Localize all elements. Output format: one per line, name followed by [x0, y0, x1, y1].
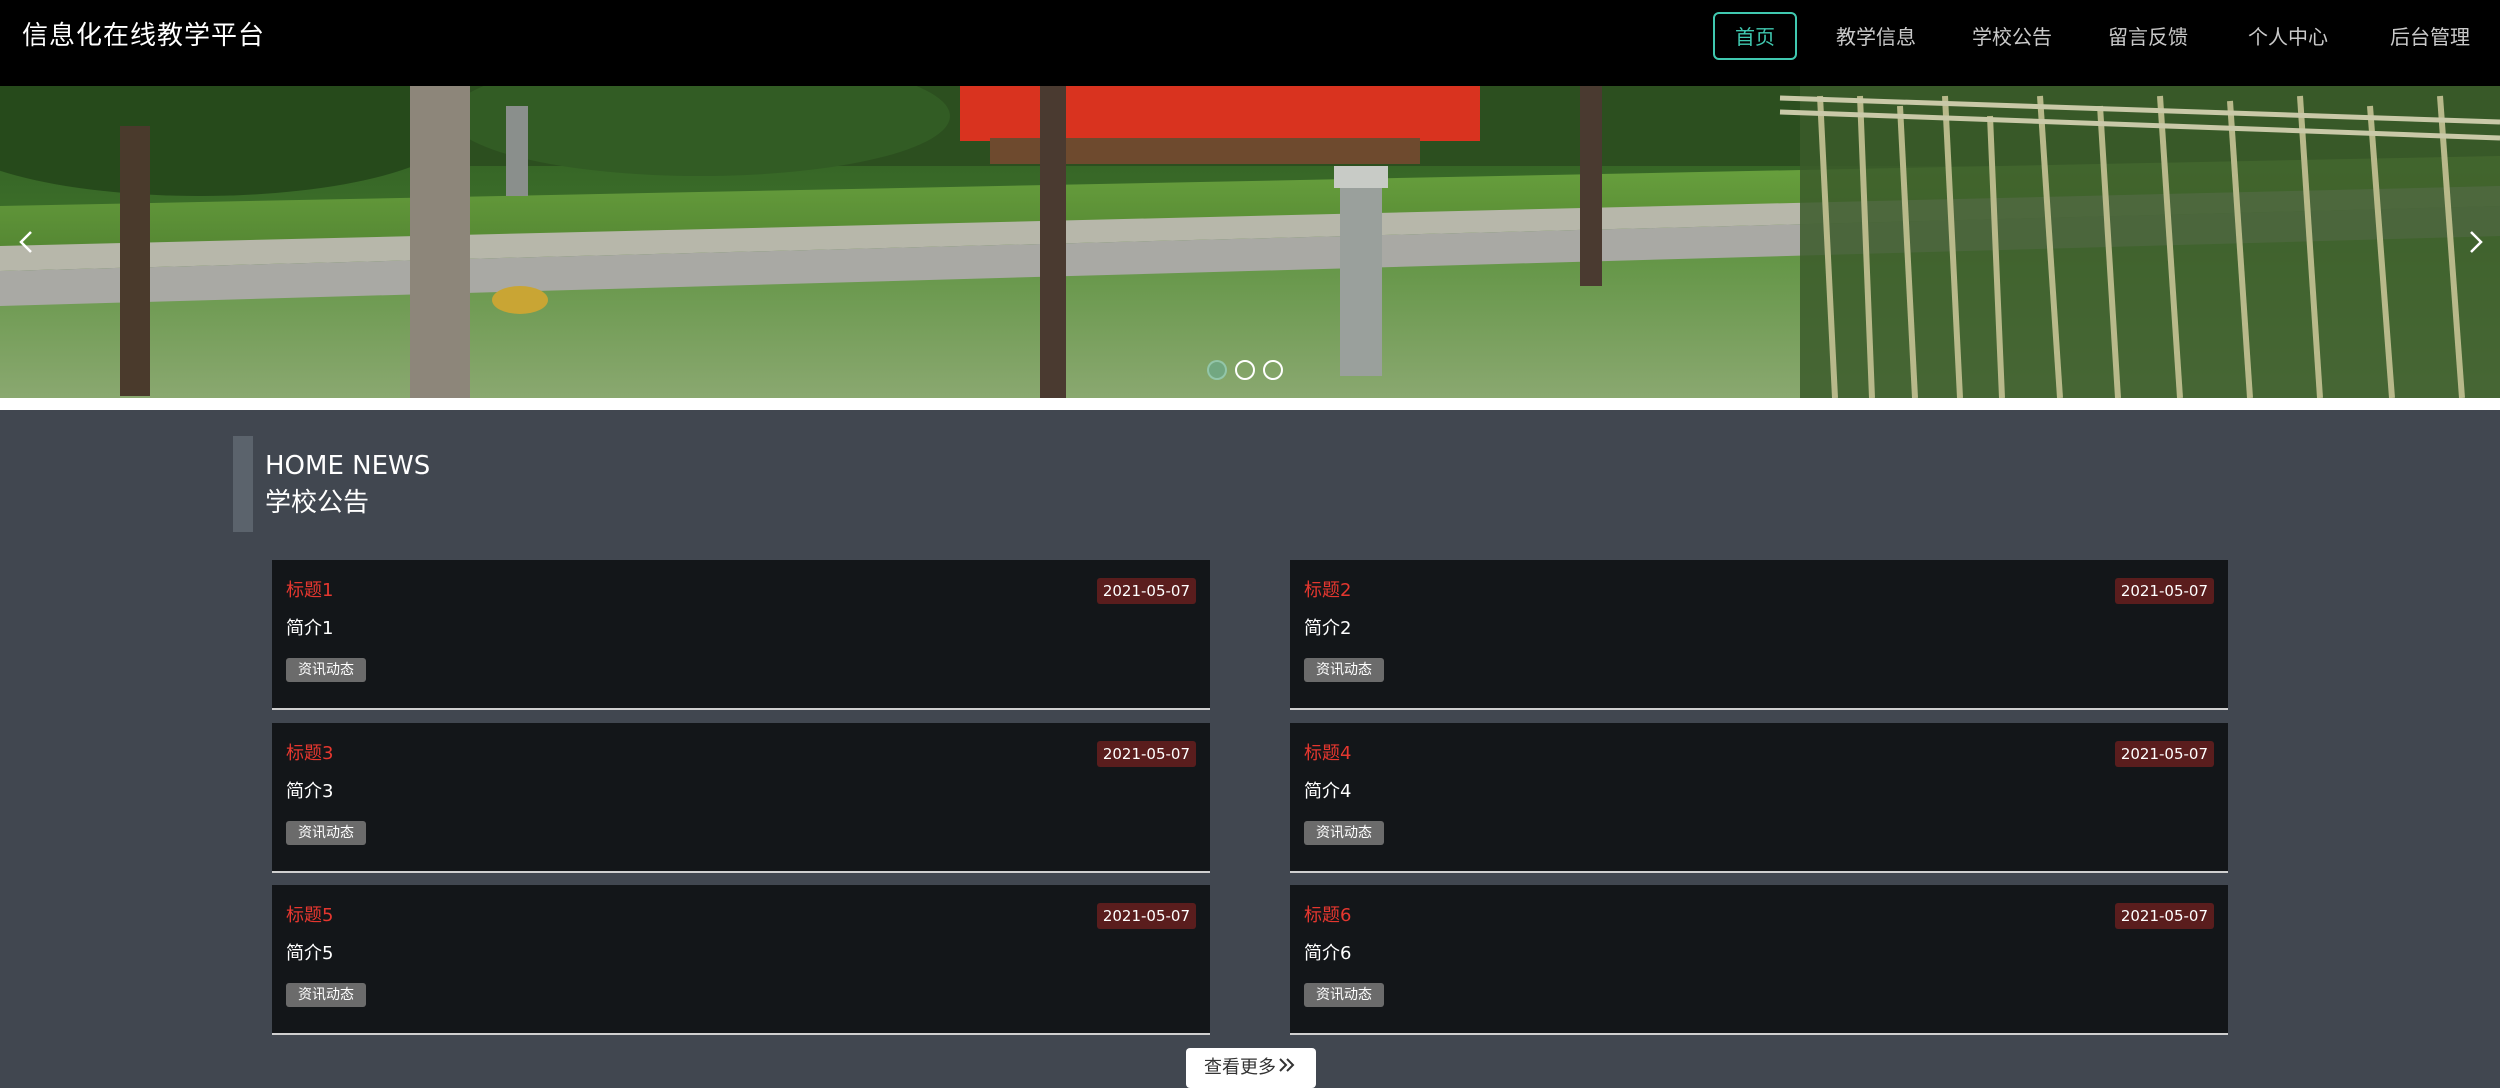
- news-card[interactable]: 标题3 2021-05-07 简介3 资讯动态: [272, 723, 1210, 873]
- news-card-tag: 资讯动态: [286, 821, 366, 845]
- news-card-desc: 简介5: [286, 943, 334, 964]
- news-card-date: 2021-05-07: [1096, 578, 1196, 604]
- news-card-desc: 简介4: [1304, 781, 1352, 802]
- news-card-title[interactable]: 标题4: [1304, 741, 1351, 767]
- nav-item-home[interactable]: 首页: [1713, 12, 1797, 60]
- news-card[interactable]: 标题5 2021-05-07 简介5 资讯动态: [272, 885, 1210, 1035]
- news-card-title[interactable]: 标题5: [286, 903, 333, 929]
- double-chevron-right-icon: [1278, 1048, 1296, 1088]
- news-card-tag: 资讯动态: [286, 983, 366, 1007]
- section-accent-bar: [233, 436, 253, 532]
- news-section: HOME NEWS 学校公告 标题1 2021-05-07 简介1 资讯动态 标…: [0, 410, 2500, 1088]
- section-title-cn: 学校公告: [265, 488, 370, 518]
- section-title-en: HOME NEWS: [265, 451, 431, 481]
- news-card-date: 2021-05-07: [2114, 578, 2214, 604]
- carousel-dot-1[interactable]: [1207, 360, 1227, 380]
- news-card-tag: 资讯动态: [1304, 658, 1384, 682]
- news-card[interactable]: 标题1 2021-05-07 简介1 资讯动态: [272, 560, 1210, 710]
- news-card-tag: 资讯动态: [1304, 821, 1384, 845]
- news-card[interactable]: 标题2 2021-05-07 简介2 资讯动态: [1290, 560, 2228, 710]
- carousel-dot-2[interactable]: [1235, 360, 1255, 380]
- news-card-tag: 资讯动态: [1304, 983, 1384, 1007]
- nav-item-admin[interactable]: 后台管理: [2378, 12, 2482, 60]
- nav-item-teaching-info[interactable]: 教学信息: [1824, 12, 1928, 60]
- carousel-dot-3[interactable]: [1263, 360, 1283, 380]
- news-card-title[interactable]: 标题1: [286, 578, 333, 604]
- news-card-desc: 简介2: [1304, 618, 1352, 639]
- divider: [0, 398, 2500, 410]
- carousel-next-icon[interactable]: [2456, 222, 2496, 262]
- news-card-title[interactable]: 标题6: [1304, 903, 1351, 929]
- carousel-prev-icon[interactable]: [6, 222, 46, 262]
- nav-item-personal-center[interactable]: 个人中心: [2236, 12, 2340, 60]
- news-card-desc: 简介6: [1304, 943, 1352, 964]
- top-navbar: 信息化在线教学平台 首页 教学信息 学校公告 留言反馈 个人中心 后台管理: [0, 0, 2500, 86]
- news-card-desc: 简介1: [286, 618, 334, 639]
- nav-item-school-notice[interactable]: 学校公告: [1960, 12, 2064, 60]
- carousel-indicators: [1205, 358, 1295, 382]
- news-card-tag: 资讯动态: [286, 658, 366, 682]
- banner-image: [0, 86, 2500, 398]
- news-card-date: 2021-05-07: [1096, 741, 1196, 767]
- news-card-date: 2021-05-07: [2114, 903, 2214, 929]
- nav-item-feedback[interactable]: 留言反馈: [2096, 12, 2200, 60]
- banner-carousel[interactable]: [0, 86, 2500, 398]
- news-card[interactable]: 标题6 2021-05-07 简介6 资讯动态: [1290, 885, 2228, 1035]
- news-card-date: 2021-05-07: [1096, 903, 1196, 929]
- news-card-desc: 简介3: [286, 781, 334, 802]
- news-card-date: 2021-05-07: [2114, 741, 2214, 767]
- site-brand[interactable]: 信息化在线教学平台: [22, 18, 265, 54]
- news-card[interactable]: 标题4 2021-05-07 简介4 资讯动态: [1290, 723, 2228, 873]
- view-more-button[interactable]: 查看更多: [1186, 1048, 1316, 1088]
- view-more-label: 查看更多: [1204, 1057, 1276, 1078]
- news-card-title[interactable]: 标题3: [286, 741, 333, 767]
- news-card-title[interactable]: 标题2: [1304, 578, 1351, 604]
